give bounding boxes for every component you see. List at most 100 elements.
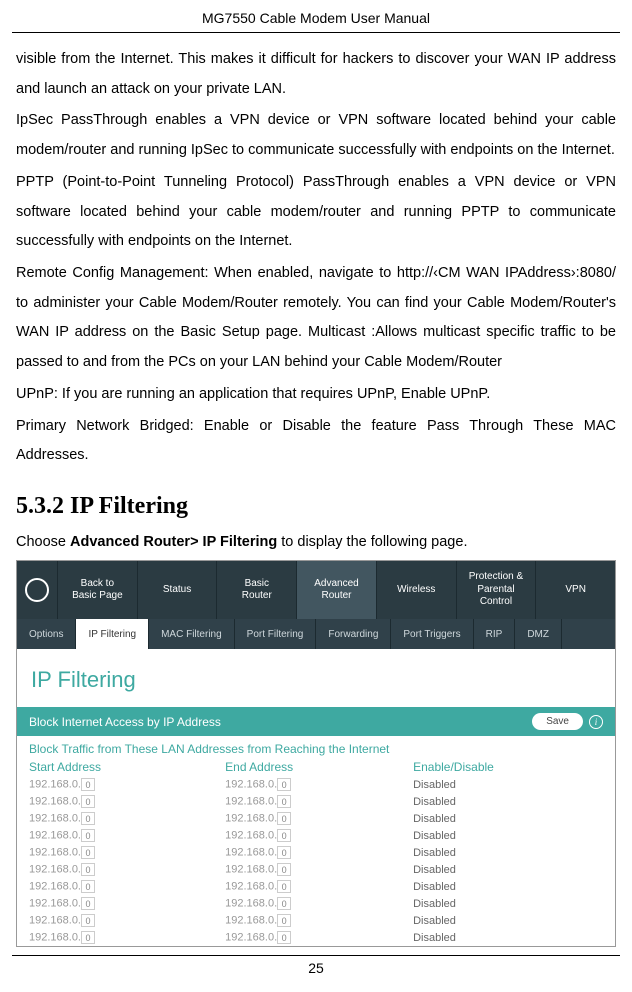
start-address-cell: 192.168.0.0	[17, 776, 213, 793]
subtab-mac-filtering[interactable]: MAC Filtering	[149, 619, 235, 649]
ip-octet-input[interactable]: 0	[277, 829, 291, 842]
col-start-address: Start Address	[17, 758, 213, 776]
end-address-cell: 192.168.0.0	[213, 810, 401, 827]
document-header: MG7550 Cable Modem User Manual	[12, 0, 620, 33]
ip-prefix: 192.168.0.	[29, 931, 81, 943]
document-content: visible from the Internet. This makes it…	[0, 33, 632, 947]
start-address-cell: 192.168.0.0	[17, 878, 213, 895]
ip-prefix: 192.168.0.	[29, 846, 81, 858]
start-address-cell: 192.168.0.0	[17, 895, 213, 912]
ip-octet-input[interactable]: 0	[277, 846, 291, 859]
ip-octet-input[interactable]: 0	[277, 880, 291, 893]
ip-prefix: 192.168.0.	[29, 829, 81, 841]
instruction-post: to display the following page.	[277, 534, 467, 550]
paragraph: IpSec PassThrough enables a VPN device o…	[16, 106, 616, 165]
ip-octet-input[interactable]: 0	[81, 931, 95, 944]
paragraph: Primary Network Bridged: Enable or Disab…	[16, 412, 616, 471]
ip-octet-input[interactable]: 0	[81, 846, 95, 859]
ip-octet-input[interactable]: 0	[81, 778, 95, 791]
ip-octet-input[interactable]: 0	[277, 914, 291, 927]
enable-disable-cell[interactable]: Disabled	[401, 878, 615, 895]
subtab-port-triggers[interactable]: Port Triggers	[391, 619, 473, 649]
info-icon[interactable]: i	[589, 715, 603, 729]
motorola-logo-cell	[17, 561, 57, 619]
tab-back-to-basic[interactable]: Back to Basic Page	[57, 561, 137, 619]
panel-heading: IP Filtering	[17, 649, 615, 707]
table-row: 192.168.0.0192.168.0.0Disabled	[17, 827, 615, 844]
ip-prefix: 192.168.0.	[225, 795, 277, 807]
end-address-cell: 192.168.0.0	[213, 844, 401, 861]
instruction-bold: Advanced Router> IP Filtering	[70, 534, 277, 550]
ip-prefix: 192.168.0.	[225, 897, 277, 909]
router-admin-screenshot: Back to Basic Page Status Basic Router A…	[16, 560, 616, 947]
save-button[interactable]: Save	[532, 713, 583, 730]
paragraph: visible from the Internet. This makes it…	[16, 45, 616, 104]
subtab-port-filtering[interactable]: Port Filtering	[235, 619, 317, 649]
tab-advanced-router[interactable]: Advanced Router	[296, 561, 376, 619]
ip-octet-input[interactable]: 0	[81, 897, 95, 910]
ip-octet-input[interactable]: 0	[277, 863, 291, 876]
paragraph: PPTP (Point-to-Point Tunneling Protocol)…	[16, 168, 616, 257]
ip-octet-input[interactable]: 0	[277, 795, 291, 808]
ip-prefix: 192.168.0.	[225, 846, 277, 858]
paragraph: Remote Config Management: When enabled, …	[16, 259, 616, 378]
motorola-logo-icon	[25, 578, 49, 602]
section-heading: 5.3.2 IP Filtering	[16, 493, 616, 520]
start-address-cell: 192.168.0.0	[17, 810, 213, 827]
tab-basic-router[interactable]: Basic Router	[216, 561, 296, 619]
block-title: Block Internet Access by IP Address	[29, 715, 221, 729]
enable-disable-cell[interactable]: Disabled	[401, 776, 615, 793]
tab-wireless[interactable]: Wireless	[376, 561, 456, 619]
tab-vpn[interactable]: VPN	[535, 561, 615, 619]
ip-prefix: 192.168.0.	[29, 863, 81, 875]
table-row: 192.168.0.0192.168.0.0Disabled	[17, 793, 615, 810]
end-address-cell: 192.168.0.0	[213, 878, 401, 895]
subtab-options[interactable]: Options	[17, 619, 76, 649]
table-row: 192.168.0.0192.168.0.0Disabled	[17, 895, 615, 912]
ip-prefix: 192.168.0.	[29, 897, 81, 909]
subtab-ip-filtering[interactable]: IP Filtering	[76, 619, 149, 649]
start-address-cell: 192.168.0.0	[17, 929, 213, 946]
col-enable-disable: Enable/Disable	[401, 758, 615, 776]
enable-disable-cell[interactable]: Disabled	[401, 861, 615, 878]
ip-octet-input[interactable]: 0	[277, 931, 291, 944]
ip-octet-input[interactable]: 0	[81, 863, 95, 876]
block-subtitle: Block Traffic from These LAN Addresses f…	[17, 736, 615, 758]
enable-disable-cell[interactable]: Disabled	[401, 810, 615, 827]
ip-octet-input[interactable]: 0	[81, 914, 95, 927]
ip-prefix: 192.168.0.	[29, 795, 81, 807]
subtab-forwarding[interactable]: Forwarding	[316, 619, 391, 649]
enable-disable-cell[interactable]: Disabled	[401, 793, 615, 810]
end-address-cell: 192.168.0.0	[213, 929, 401, 946]
col-end-address: End Address	[213, 758, 401, 776]
ip-octet-input[interactable]: 0	[277, 897, 291, 910]
primary-tabbar: Back to Basic Page Status Basic Router A…	[17, 561, 615, 619]
ip-filter-table: Start Address End Address Enable/Disable…	[17, 758, 615, 946]
ip-octet-input[interactable]: 0	[81, 795, 95, 808]
ip-octet-input[interactable]: 0	[277, 778, 291, 791]
start-address-cell: 192.168.0.0	[17, 793, 213, 810]
end-address-cell: 192.168.0.0	[213, 827, 401, 844]
tab-protection-parental[interactable]: Protection & Parental Control	[456, 561, 536, 619]
end-address-cell: 192.168.0.0	[213, 895, 401, 912]
ip-prefix: 192.168.0.	[225, 829, 277, 841]
ip-octet-input[interactable]: 0	[81, 812, 95, 825]
enable-disable-cell[interactable]: Disabled	[401, 895, 615, 912]
enable-disable-cell[interactable]: Disabled	[401, 827, 615, 844]
ip-prefix: 192.168.0.	[225, 914, 277, 926]
ip-octet-input[interactable]: 0	[277, 812, 291, 825]
ip-prefix: 192.168.0.	[29, 914, 81, 926]
subtab-dmz[interactable]: DMZ	[515, 619, 562, 649]
ip-octet-input[interactable]: 0	[81, 880, 95, 893]
page-number: 25	[12, 955, 620, 976]
subtab-rip[interactable]: RIP	[474, 619, 516, 649]
ip-octet-input[interactable]: 0	[81, 829, 95, 842]
table-row: 192.168.0.0192.168.0.0Disabled	[17, 810, 615, 827]
table-row: 192.168.0.0192.168.0.0Disabled	[17, 861, 615, 878]
enable-disable-cell[interactable]: Disabled	[401, 929, 615, 946]
tab-status[interactable]: Status	[137, 561, 217, 619]
table-row: 192.168.0.0192.168.0.0Disabled	[17, 844, 615, 861]
enable-disable-cell[interactable]: Disabled	[401, 844, 615, 861]
secondary-tabbar: Options IP Filtering MAC Filtering Port …	[17, 619, 615, 649]
enable-disable-cell[interactable]: Disabled	[401, 912, 615, 929]
